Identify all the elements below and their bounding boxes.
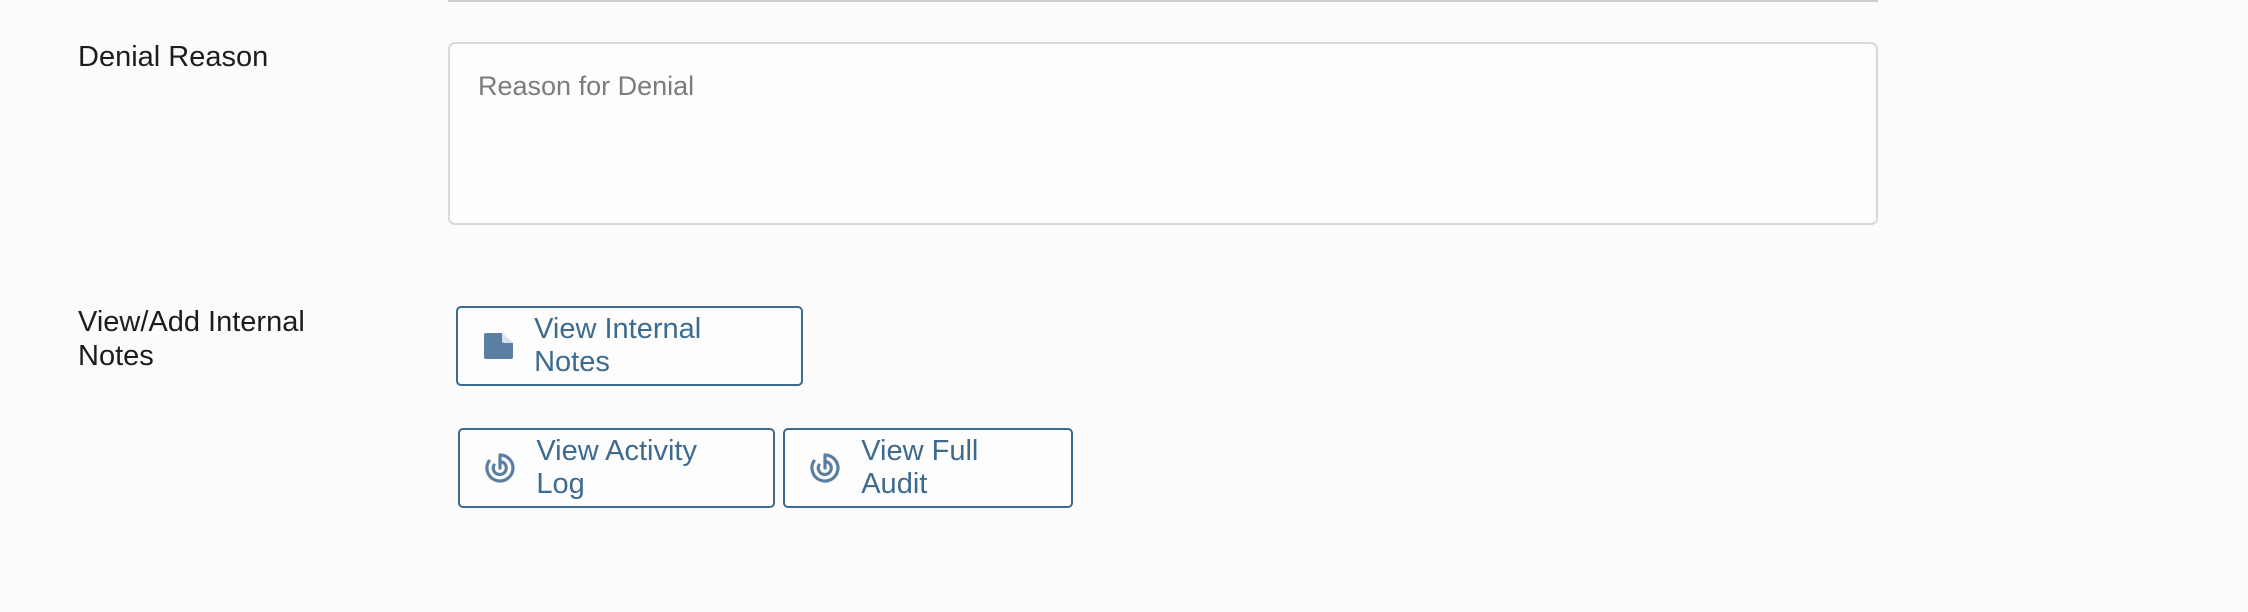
denial-reason-label: Denial Reason: [78, 41, 269, 73]
view-full-audit-button[interactable]: View Full Audit: [783, 428, 1073, 508]
history-icon: [809, 451, 841, 485]
denial-reason-field[interactable]: [448, 42, 1878, 225]
view-activity-log-button[interactable]: View Activity Log: [458, 428, 775, 508]
internal-notes-label: View/Add Internal Notes: [78, 306, 305, 372]
section-divider: [448, 0, 1878, 2]
view-activity-log-label: View Activity Log: [536, 435, 697, 500]
note-icon: [482, 329, 514, 363]
history-icon: [484, 451, 516, 485]
view-full-audit-label: View Full Audit: [861, 435, 979, 500]
view-internal-notes-button[interactable]: View Internal Notes: [456, 306, 803, 386]
view-internal-notes-label: View Internal Notes: [534, 313, 702, 378]
